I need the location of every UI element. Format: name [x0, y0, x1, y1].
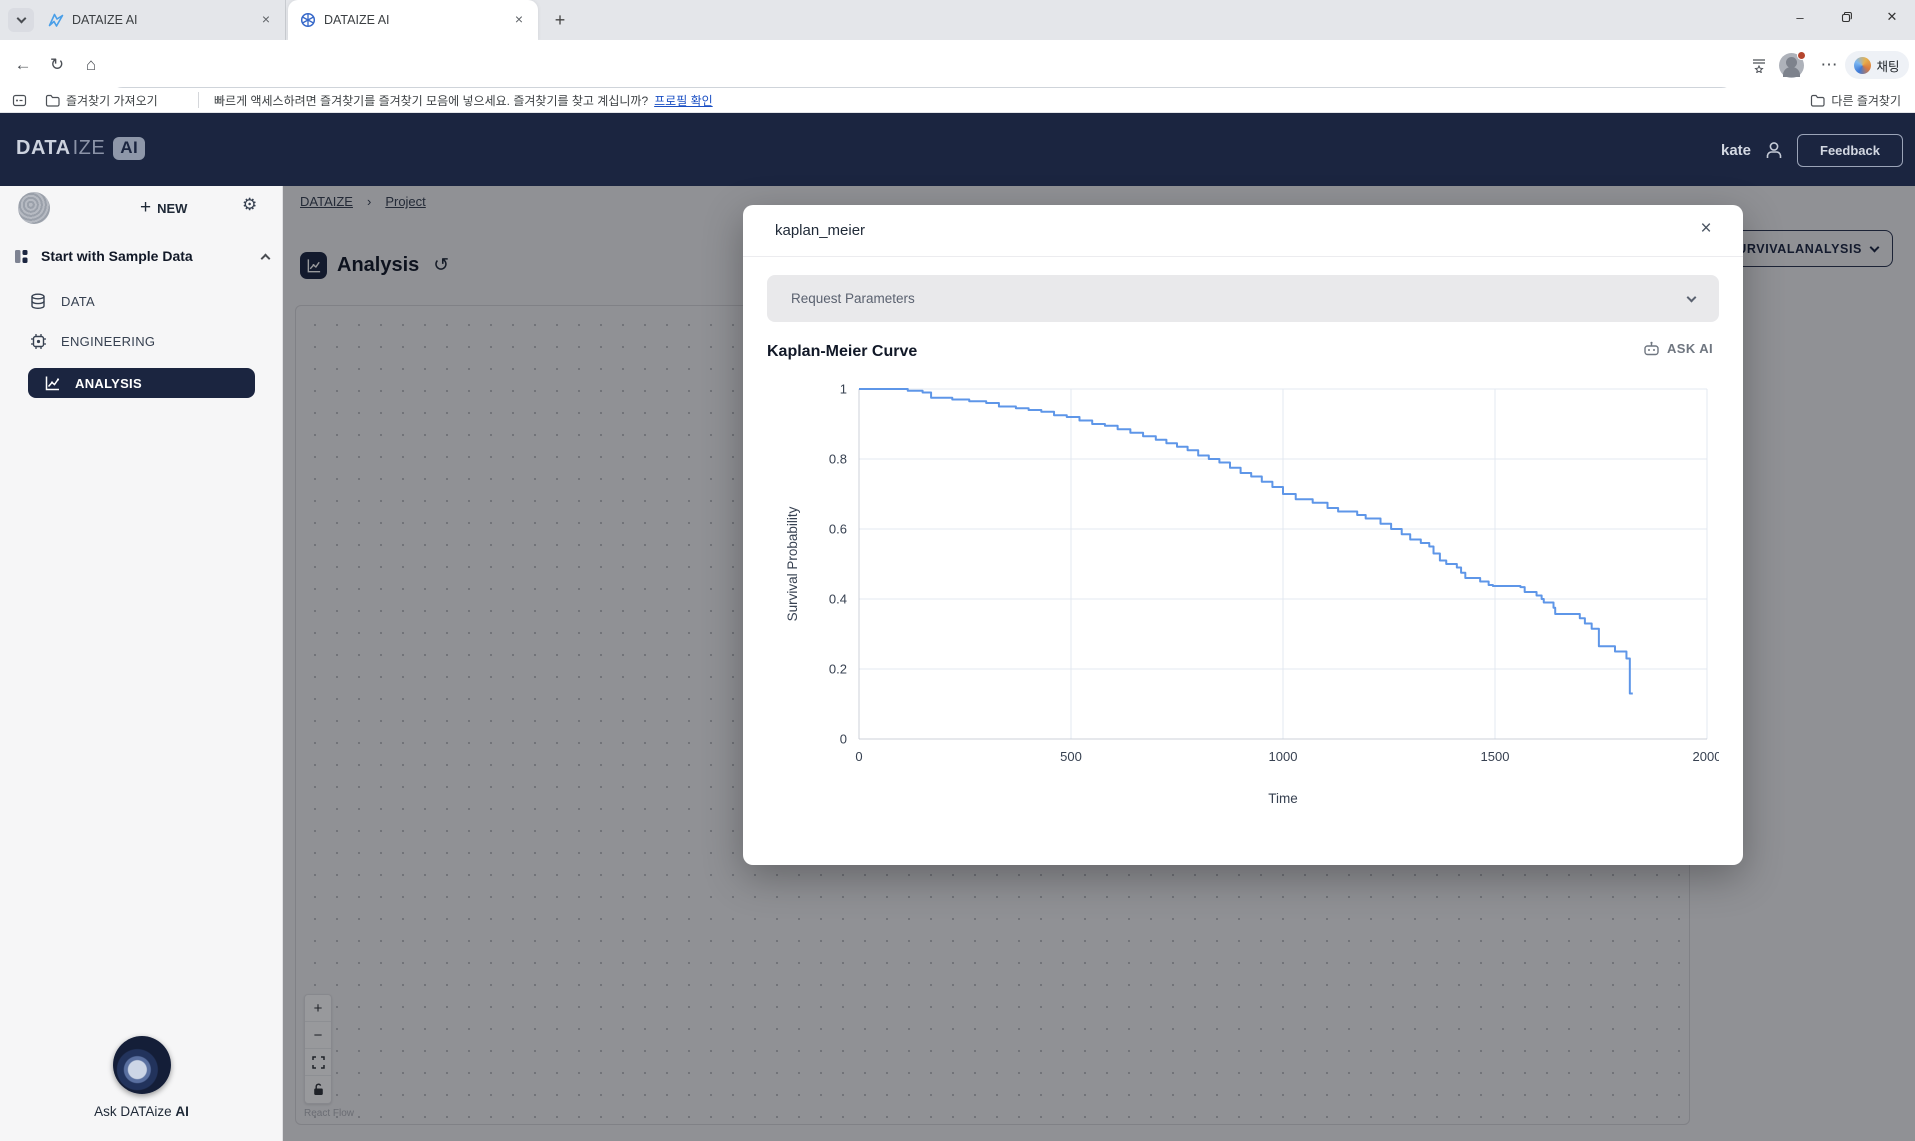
svg-text:2000: 2000 [1693, 749, 1719, 764]
bookmarks-bar: 즐겨찾기 가져오기 빠르게 액세스하려면 즐겨찾기를 즐겨찾기 모음에 넣으세요… [0, 88, 1915, 113]
window-close-button[interactable]: ✕ [1869, 0, 1915, 34]
main-area: DATAIZE › Project Analysis ↺ ↺ SURVIVALA… [283, 186, 1915, 1141]
new-button[interactable]: + NEW [140, 197, 187, 219]
svg-text:0.2: 0.2 [829, 662, 847, 677]
svg-text:0: 0 [840, 732, 847, 747]
window-minimize-button[interactable]: – [1777, 0, 1823, 34]
chevron-down-icon [1687, 292, 1697, 302]
svg-text:1: 1 [840, 382, 847, 397]
copilot-icon [1854, 57, 1871, 74]
ai-badge: AI [113, 137, 145, 160]
kaplan-meier-chart: 0 0.2 0.4 0.6 0.8 1 0 500 1000 1500 2000 Time Surviv… [767, 371, 1719, 841]
svg-text:0.8: 0.8 [829, 452, 847, 467]
dataize-node-favicon [300, 12, 316, 28]
svg-text:1000: 1000 [1269, 749, 1298, 764]
robot-icon [1643, 341, 1660, 356]
browser-tab-2-active[interactable]: DATAIZE AI × [288, 0, 538, 40]
app-body: + NEW ⚙ Start with Sample Data DATA ENGI… [0, 186, 1915, 1141]
workspace-avatar[interactable] [18, 192, 50, 224]
browser-menu-icon[interactable]: ⋯ [1816, 52, 1842, 78]
folder-icon [1810, 94, 1825, 107]
tab-title: DATAIZE AI [72, 13, 257, 27]
x-axis-label: Time [1268, 791, 1298, 806]
dataize-bird-favicon [48, 12, 64, 28]
window-maximize-button[interactable] [1823, 0, 1869, 34]
dataize-logo[interactable]: DATA IZE AI [16, 137, 145, 160]
refresh-button[interactable]: ↻ [44, 52, 70, 78]
ask-dataize-fab[interactable] [113, 1036, 171, 1094]
reading-list-icon[interactable] [12, 88, 27, 112]
close-icon[interactable]: × [1693, 218, 1719, 244]
profile-check-link[interactable]: 프로필 확인 [654, 92, 713, 109]
other-favorites-label: 다른 즐겨찾기 [1831, 92, 1901, 109]
new-tab-button[interactable]: + [548, 9, 572, 33]
database-icon [28, 293, 48, 310]
ask-dataize-label: Ask DATAize AI [0, 1104, 283, 1119]
folder-icon [45, 94, 60, 107]
back-button[interactable]: ← [10, 52, 36, 78]
gear-icon[interactable]: ⚙ [242, 195, 257, 215]
svg-text:0.6: 0.6 [829, 522, 847, 537]
chevron-down-icon [16, 14, 26, 24]
modal-header: kaplan_meier × [743, 205, 1743, 257]
avatar-body [1783, 67, 1800, 77]
tab-search-button[interactable] [8, 8, 34, 32]
chip-icon [28, 333, 48, 350]
divider [198, 92, 199, 108]
tab-close-icon[interactable]: × [257, 11, 275, 29]
tab-title: DATAIZE AI [324, 13, 510, 27]
sidebar-item-data[interactable]: DATA [28, 286, 255, 316]
bookmarks-notice: 빠르게 액세스하려면 즐겨찾기를 즐겨찾기 모음에 넣으세요. 즐겨찾기를 찾고… [214, 88, 713, 112]
ask-ai-button[interactable]: ASK AI [1643, 341, 1713, 356]
svg-text:0.4: 0.4 [829, 592, 847, 607]
avatar-notification-dot [1797, 51, 1806, 60]
import-favorites-button[interactable]: 즐겨찾기 가져오기 [45, 88, 158, 112]
browser-tab-1[interactable]: DATAIZE AI × [36, 0, 286, 40]
sidebar-item-analysis[interactable]: ANALYSIS [28, 368, 255, 398]
feedback-button[interactable]: Feedback [1797, 134, 1903, 167]
browser-tab-strip: DATAIZE AI × DATAIZE AI × + – ✕ [0, 0, 1915, 40]
home-button[interactable]: ⌂ [78, 52, 104, 78]
modal-title: kaplan_meier [775, 222, 865, 239]
plus-icon: + [140, 197, 151, 219]
survival-curve-svg: 0 0.2 0.4 0.6 0.8 1 0 500 1000 1500 2000 Time Surviv… [767, 371, 1719, 841]
chevron-up-icon [261, 253, 271, 263]
sidebar-item-engineering[interactable]: ENGINEERING [28, 326, 255, 356]
maximize-icon [1841, 12, 1852, 23]
chart-icon [42, 375, 62, 392]
kaplan-meier-modal: kaplan_meier × Request Parameters Kaplan… [743, 205, 1743, 865]
username: kate [1721, 142, 1751, 159]
app-header: DATA IZE AI kate Feedback [0, 113, 1915, 186]
browser-profile-avatar[interactable] [1779, 53, 1804, 78]
browser-toolbar: ← ↻ ⌂ https://dataize.io/analytics/proje… [0, 40, 1915, 88]
svg-text:500: 500 [1060, 749, 1082, 764]
y-axis-label: Survival Probability [785, 506, 800, 621]
sidebar-section-sample-data[interactable]: Start with Sample Data [14, 242, 269, 270]
sidebar: + NEW ⚙ Start with Sample Data DATA ENGI… [0, 186, 283, 1141]
request-parameters-accordion[interactable]: Request Parameters [767, 275, 1719, 322]
copilot-chat-button[interactable]: 채팅 [1845, 51, 1909, 79]
svg-text:1500: 1500 [1481, 749, 1510, 764]
chart-title: Kaplan-Meier Curve [767, 343, 917, 361]
svg-text:0: 0 [855, 749, 862, 764]
tab-close-icon[interactable]: × [510, 11, 528, 29]
import-favorites-label: 즐겨찾기 가져오기 [66, 92, 158, 109]
chat-label: 채팅 [1876, 56, 1899, 75]
person-icon[interactable] [1763, 139, 1785, 161]
sample-data-icon [14, 249, 29, 264]
collections-icon[interactable] [1746, 52, 1772, 78]
other-favorites-button[interactable]: 다른 즐겨찾기 [1810, 88, 1901, 112]
